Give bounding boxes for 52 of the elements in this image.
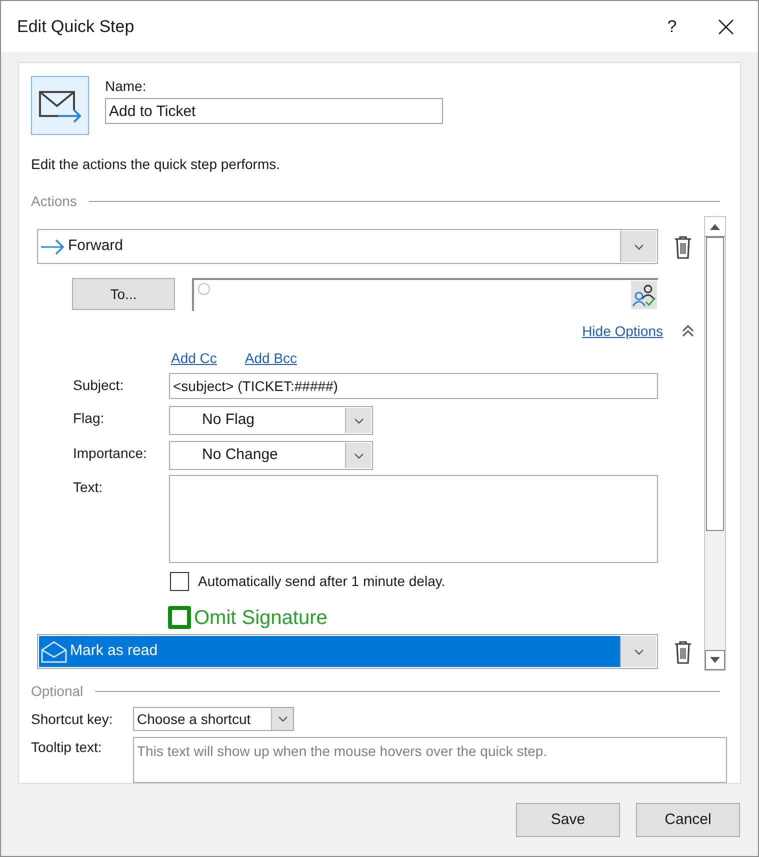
checkbox[interactable] bbox=[168, 606, 191, 629]
scroll-up-button[interactable] bbox=[705, 217, 725, 237]
triangle-up-icon bbox=[710, 224, 720, 230]
add-cc-link[interactable]: Add Cc bbox=[171, 348, 217, 368]
field-label: Importance: bbox=[73, 444, 148, 463]
to-button[interactable]: To... bbox=[72, 278, 175, 310]
close-icon bbox=[718, 18, 734, 34]
scroll-down-button[interactable] bbox=[705, 650, 725, 670]
name-field[interactable]: Add to Ticket bbox=[105, 98, 443, 124]
checkbox-label: Omit Signature bbox=[194, 606, 328, 630]
window-title: Edit Quick Step bbox=[17, 16, 136, 38]
text-field[interactable] bbox=[169, 475, 658, 563]
action-name: Forward bbox=[68, 236, 124, 256]
scrollbar-thumb[interactable] bbox=[706, 237, 724, 531]
open-envelope-icon bbox=[40, 640, 68, 664]
circle-icon bbox=[197, 282, 211, 296]
tooltip-field[interactable]: This text will show up when the mouse hovers over the quick step. bbox=[133, 737, 727, 783]
help-button[interactable]: ? bbox=[652, 8, 692, 44]
quick-step-icon-button[interactable] bbox=[31, 76, 89, 135]
address-book-button[interactable] bbox=[631, 281, 657, 309]
action-name: Mark as read bbox=[70, 641, 158, 662]
action-dropdown[interactable]: Mark as read bbox=[37, 634, 658, 669]
triangle-down-icon bbox=[710, 657, 720, 663]
checkbox-label: Automatically send after 1 minute delay. bbox=[198, 572, 446, 591]
section-heading: Actions bbox=[31, 192, 77, 210]
importance-dropdown[interactable]: No Change bbox=[169, 441, 373, 470]
subject-field[interactable]: <subject> (TICKET:#####) bbox=[169, 373, 658, 399]
recipients-field[interactable] bbox=[192, 278, 658, 311]
shortcut-dropdown[interactable]: Choose a shortcut bbox=[133, 707, 294, 731]
hide-options-link[interactable]: Hide Options bbox=[582, 320, 663, 342]
name-label: Name: bbox=[105, 77, 148, 96]
field-label: Tooltip text: bbox=[31, 738, 103, 757]
double-chevron-up-icon[interactable] bbox=[681, 324, 695, 338]
dialog-button[interactable]: Cancel bbox=[636, 803, 740, 837]
field-label: Shortcut key: bbox=[31, 710, 114, 729]
add-bcc-link[interactable]: Add Bcc bbox=[244, 348, 298, 368]
arrow-icon bbox=[40, 238, 66, 256]
flag-dropdown[interactable]: No Flag bbox=[169, 406, 373, 435]
trash-icon bbox=[674, 234, 692, 258]
people-check-icon bbox=[632, 283, 656, 307]
field-label: Flag: bbox=[73, 409, 106, 428]
trash-icon bbox=[674, 640, 692, 664]
delete-button[interactable] bbox=[673, 234, 693, 260]
field-label: Subject: bbox=[73, 376, 125, 395]
action-dropdown[interactable]: Forward bbox=[37, 229, 658, 264]
delete-button[interactable] bbox=[673, 638, 693, 664]
description-text: Edit the actions the quick step performs. bbox=[31, 155, 282, 173]
dialog-button[interactable]: Save bbox=[516, 803, 620, 837]
scrollbar[interactable] bbox=[704, 216, 726, 671]
section-heading: Optional bbox=[31, 682, 84, 701]
field-label: Text: bbox=[73, 478, 104, 497]
checkbox[interactable] bbox=[170, 572, 189, 590]
